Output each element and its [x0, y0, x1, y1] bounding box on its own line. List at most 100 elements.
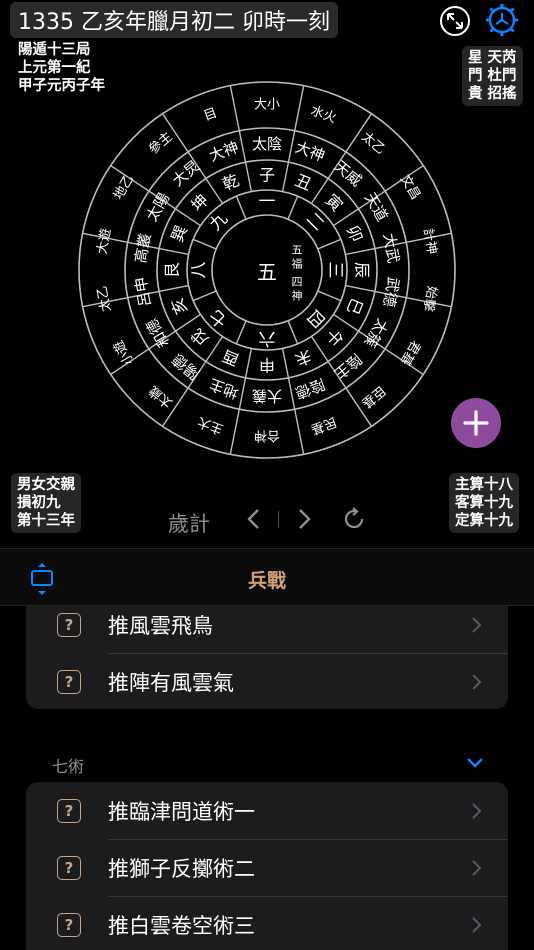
wheel-god-label: 大武 [380, 232, 403, 265]
wheel-spoke [310, 336, 329, 362]
wheel-outer-label: 計神 [420, 227, 440, 255]
wheel-god-label: 呂申 [131, 276, 154, 309]
wheel-branch: 寅 [322, 190, 347, 215]
wheel-spoke [175, 313, 201, 332]
wheel-branch: 辰 [353, 262, 372, 278]
wheel-number: 一 [259, 192, 276, 212]
wheel-side-label: 五 [292, 244, 303, 257]
info-line: 第十三年 [17, 513, 75, 529]
wheel-spoke [333, 208, 359, 227]
wheel-branch: 丑 [292, 170, 314, 194]
list-item-label: 推陣有風雲氣 [108, 670, 234, 695]
wheel-spoke [294, 85, 305, 131]
resize-panel-icon[interactable] [28, 562, 56, 596]
wheel-spoke [281, 161, 290, 192]
question-icon: ? [57, 798, 81, 823]
info-line: 主算十八 [455, 477, 513, 493]
wheel-spoke [238, 377, 247, 410]
wheel-branch: 午 [322, 325, 347, 350]
wheel-outer-label: 民基 [309, 414, 339, 437]
wheel-outer-label: 水火 [309, 103, 339, 126]
chevron-right-icon [472, 616, 482, 633]
wheel-spoke [317, 238, 342, 250]
wheel-spoke [287, 195, 299, 220]
wheel-spoke [205, 178, 224, 204]
list-item[interactable]: ? 推白雲卷空術三 [26, 896, 508, 950]
wheel-god-label: 高叢 [131, 232, 154, 265]
wheel-god-label: 武德 [380, 276, 403, 309]
wheel-number: 六 [259, 328, 276, 348]
wheel-outer-label: 太歲 [146, 382, 176, 410]
question-icon: ? [57, 669, 81, 694]
chevron-left-icon[interactable] [240, 505, 268, 533]
chevron-right-icon[interactable] [290, 505, 318, 533]
wheel-branch: 戌 [187, 325, 212, 350]
wheel-spoke [235, 320, 247, 345]
chevron-right-icon [472, 673, 482, 690]
list-item[interactable]: ? 推陣有風雲氣 [26, 653, 508, 709]
wheel-spoke [192, 290, 217, 302]
wheel-god-label: 太陰 [252, 135, 282, 153]
wheel-branch: 酉 [220, 346, 242, 370]
plus-icon [463, 410, 489, 436]
control-divider [278, 511, 279, 527]
list-item-label: 推風雲飛鳥 [108, 613, 213, 638]
list-item-label: 推臨津問道術一 [108, 799, 255, 824]
wheel-side-label: 神 [292, 289, 303, 303]
wheel-god-label: 陰德 [293, 375, 327, 402]
section-header: 七術 [52, 757, 85, 776]
toolbar-title: 兵戰 [247, 570, 286, 592]
wheel-outer-label: 大遊 [95, 227, 114, 255]
wheel-spoke [235, 195, 247, 220]
wheel-branch: 坤 [187, 190, 212, 215]
wheel-branch: 未 [292, 346, 314, 370]
wheel-spoke [192, 238, 217, 250]
wheel-center-label: 五 [257, 260, 277, 284]
wheel-spoke [345, 284, 376, 293]
add-button[interactable] [451, 398, 501, 448]
wheel-spoke [229, 85, 240, 131]
refresh-icon[interactable] [340, 505, 368, 533]
divider [0, 605, 534, 606]
wheel-side-label: 福 [292, 257, 303, 271]
wheel-spoke [345, 247, 376, 256]
chevron-right-icon [472, 859, 482, 876]
wheel-outer-label: 太乙 [358, 129, 388, 157]
wheel-god-label: 地主 [207, 375, 241, 402]
wheel-outer-label: 始擊 [420, 285, 440, 313]
wheel-branch: 卯 [343, 223, 367, 245]
wheel-branch: 亥 [167, 295, 191, 317]
wheel-side-label: 四 [292, 276, 303, 289]
chevron-down-icon[interactable] [466, 756, 484, 770]
list-item-label: 推獅子反擲術二 [108, 856, 255, 881]
wheel-outer-label: 文昌 [397, 172, 423, 202]
chevron-right-icon [472, 802, 482, 819]
wheel-spoke [287, 320, 299, 345]
divination-wheel[interactable]: 五五福四神一二三四六七八九子 丑寅卯辰巳午未申酉戌亥艮巽坤乾太陰 大神天威天道大武武… [0, 0, 534, 470]
wheel-outer-label: 合神 [254, 428, 280, 443]
wheel-spoke [287, 377, 296, 410]
wheel-spoke [287, 130, 296, 163]
wheel-outer-label: 大小 [254, 98, 280, 113]
list-card: ? 推風雲飛鳥 ? 推陣有風雲氣 [26, 596, 508, 709]
wheel-outer-label: 主大 [196, 414, 226, 437]
wheel-number: 三 [325, 262, 345, 279]
wheel-outer-label: 目 [202, 106, 219, 125]
wheel-outer-label: 君基 [397, 337, 423, 367]
wheel-spoke [281, 348, 290, 379]
list-item[interactable]: ? 推臨津問道術一 [26, 782, 508, 839]
wheel-outer-label: 太乙 [95, 285, 114, 313]
mode-label[interactable]: 歲計 [168, 508, 210, 538]
wheel-branch: 子 [259, 166, 275, 185]
wheel-outer-label: 參主 [146, 129, 176, 157]
chevron-right-icon [472, 916, 482, 933]
wheel-spoke [238, 130, 247, 163]
info-line: 男女交親 [17, 477, 75, 493]
wheel-branch: 巽 [167, 223, 191, 245]
question-icon: ? [57, 855, 81, 880]
wheel-branch: 巳 [343, 295, 367, 317]
wheel-god-label: 大神 [207, 138, 241, 165]
list-item-label: 推白雲卷空術三 [108, 913, 255, 938]
bottom-left-info: 男女交親 損初九 第十三年 [11, 473, 81, 533]
list-item[interactable]: ? 推獅子反擲術二 [26, 839, 508, 896]
